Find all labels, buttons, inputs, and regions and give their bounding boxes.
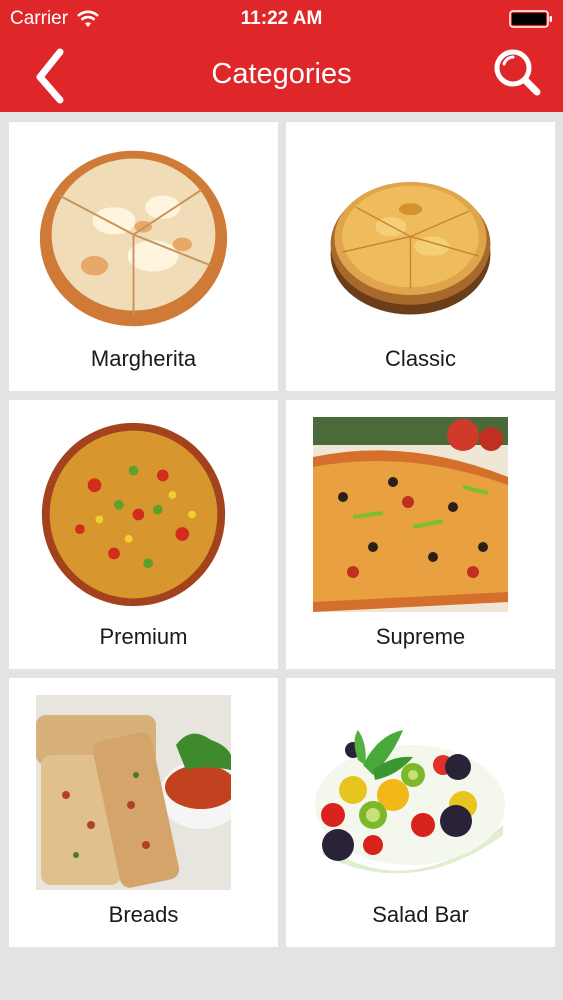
category-card-margherita[interactable]: Margherita — [9, 122, 278, 391]
category-grid: Margherita Classic Premium Supreme Bread… — [9, 122, 555, 947]
salad-bar-image — [315, 730, 505, 874]
premium-pizza-image — [41, 422, 226, 607]
category-card-supreme[interactable]: Supreme — [286, 400, 555, 669]
category-card-premium[interactable]: Premium — [9, 400, 278, 669]
status-bar: Carrier 11:22 AM — [0, 0, 563, 38]
nav-bar: Categories — [0, 38, 563, 112]
category-label: Salad Bar — [372, 902, 469, 927]
category-label: Classic — [385, 346, 456, 371]
category-card-salad-bar[interactable]: Salad Bar — [286, 678, 555, 947]
search-button[interactable] — [489, 44, 549, 100]
classic-pizza-image — [330, 181, 491, 315]
breads-image — [36, 695, 231, 890]
category-label: Supreme — [375, 624, 466, 649]
battery-icon — [509, 10, 552, 28]
status-time: 11:22 AM — [240, 8, 323, 29]
category-label: Premium — [99, 624, 188, 649]
category-label: Margherita — [90, 346, 197, 371]
margherita-pizza-image — [39, 150, 228, 327]
supreme-pizza-image — [313, 417, 508, 612]
category-card-breads[interactable]: Breads — [9, 678, 278, 947]
category-label: Breads — [108, 902, 179, 927]
category-card-classic[interactable]: Classic — [286, 122, 555, 391]
search-icon — [494, 49, 541, 96]
page-title: Categories — [211, 58, 352, 90]
